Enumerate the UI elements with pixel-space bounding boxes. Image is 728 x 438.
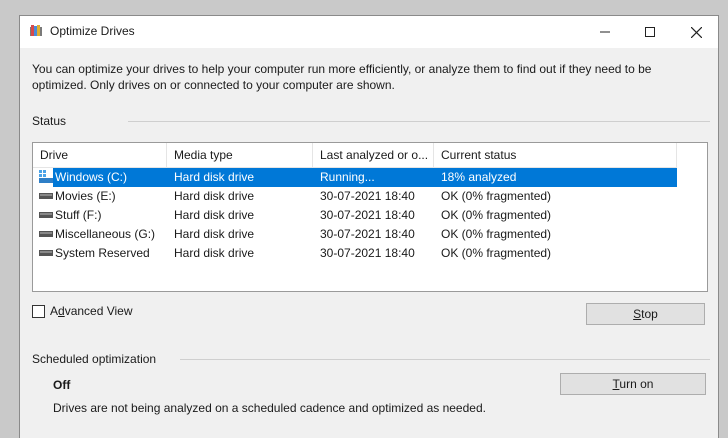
drive-row-stuff-f[interactable]: Stuff (F:) Hard disk drive 30-07-2021 18…: [33, 206, 677, 225]
drive-name: System Reserved: [55, 246, 150, 260]
schedule-state: Off: [53, 378, 71, 392]
window-title: Optimize Drives: [50, 24, 135, 38]
drive-name: Stuff (F:): [55, 208, 102, 222]
scheduled-divider: [180, 359, 710, 360]
title-bar[interactable]: Optimize Drives: [20, 16, 718, 48]
minimize-button[interactable]: [582, 16, 628, 48]
drive-name: Miscellaneous (G:): [55, 227, 156, 241]
description-text: You can optimize your drives to help you…: [32, 62, 652, 92]
drives-table[interactable]: Drive Media type Last analyzed or o... C…: [32, 142, 708, 292]
column-header-last-analyzed[interactable]: Last analyzed or o...: [313, 143, 434, 167]
access-key: S: [633, 307, 642, 321]
media-type: Hard disk drive: [174, 189, 255, 203]
media-type: Hard disk drive: [174, 170, 255, 184]
hard-drive-icon: [39, 231, 53, 237]
system-drive-icon: [39, 170, 53, 183]
hard-drive-icon: [39, 250, 53, 256]
turn-on-button[interactable]: Turn on: [560, 373, 706, 395]
maximize-button[interactable]: [627, 16, 673, 48]
button-label: urn on: [619, 377, 654, 391]
column-header-media-type[interactable]: Media type: [167, 143, 313, 167]
drive-row-miscellaneous-g[interactable]: Miscellaneous (G:) Hard disk drive 30-07…: [33, 225, 677, 244]
last-analyzed: 30-07-2021 18:40: [320, 189, 415, 203]
current-status: OK (0% fragmented): [441, 208, 552, 222]
last-analyzed: 30-07-2021 18:40: [320, 208, 415, 222]
column-header-label: Drive: [40, 148, 69, 162]
current-status: OK (0% fragmented): [441, 189, 552, 203]
last-analyzed: 30-07-2021 18:40: [320, 227, 415, 241]
label-part: A: [50, 304, 59, 318]
close-icon: [690, 26, 702, 38]
button-label: top: [641, 307, 658, 321]
label-part: vanced View: [64, 304, 133, 318]
optimize-drives-app-icon: [30, 25, 42, 36]
optimize-drives-window: Optimize Drives You can optimize your dr…: [19, 15, 719, 438]
column-header-label: Media type: [174, 148, 233, 162]
table-header: Drive Media type Last analyzed or o... C…: [33, 143, 677, 168]
column-header-current-status[interactable]: Current status: [434, 143, 677, 167]
current-status: OK (0% fragmented): [441, 227, 552, 241]
schedule-description: Drives are not being analyzed on a sched…: [53, 401, 486, 415]
column-header-drive[interactable]: Drive: [33, 143, 167, 167]
stop-button[interactable]: Stop: [586, 303, 705, 325]
current-status: 18% analyzed: [441, 170, 517, 184]
drive-row-movies-e[interactable]: Movies (E:) Hard disk drive 30-07-2021 1…: [33, 187, 677, 206]
last-analyzed: Running...: [320, 170, 375, 184]
hard-drive-icon: [39, 193, 53, 199]
status-divider: [128, 121, 710, 122]
drive-name: Movies (E:): [55, 189, 116, 203]
scheduled-optimization-label: Scheduled optimization: [32, 352, 157, 366]
minimize-icon: [600, 31, 610, 33]
hard-drive-icon: [39, 212, 53, 218]
drive-row-system-reserved[interactable]: System Reserved Hard disk drive 30-07-20…: [33, 244, 677, 263]
media-type: Hard disk drive: [174, 246, 255, 260]
current-status: OK (0% fragmented): [441, 246, 552, 260]
column-header-label: Last analyzed or o...: [320, 148, 429, 162]
advanced-view-label[interactable]: Advanced View: [50, 304, 133, 318]
maximize-icon: [645, 27, 655, 37]
access-key: d: [58, 304, 65, 318]
media-type: Hard disk drive: [174, 208, 255, 222]
column-header-label: Current status: [441, 148, 517, 162]
media-type: Hard disk drive: [174, 227, 255, 241]
last-analyzed: 30-07-2021 18:40: [320, 246, 415, 260]
close-button[interactable]: [673, 16, 718, 48]
status-section-label: Status: [32, 114, 67, 128]
drive-row-windows-c[interactable]: Windows (C:) Hard disk drive Running... …: [33, 168, 677, 187]
advanced-view-checkbox[interactable]: [32, 305, 45, 318]
drive-name: Windows (C:): [55, 170, 128, 184]
